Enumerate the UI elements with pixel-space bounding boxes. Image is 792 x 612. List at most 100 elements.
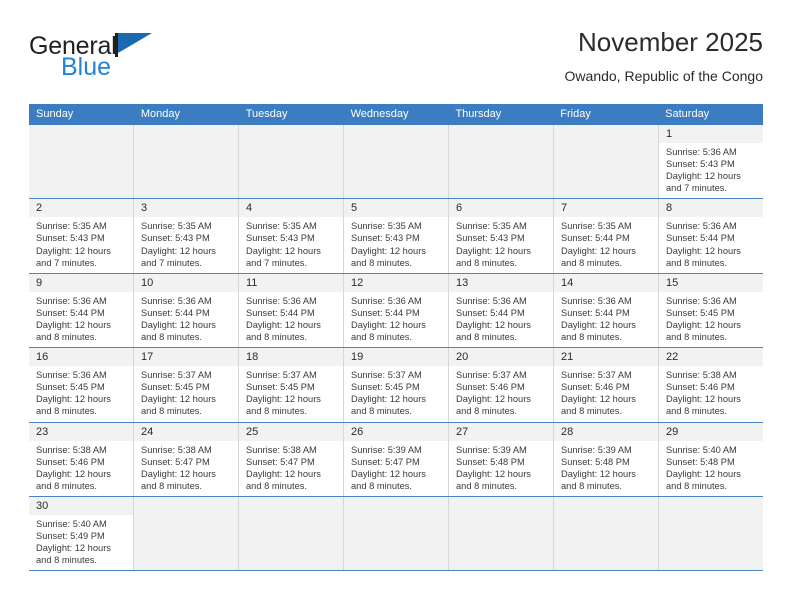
calendar-day-cell[interactable]: 29 Sunrise: 5:40 AM Sunset: 5:48 PM Dayligh… [659, 422, 763, 496]
brand-flag-icon [114, 33, 155, 57]
day-number: 1 [666, 128, 673, 140]
day-number: 19 [351, 351, 364, 364]
day-sun-info: Sunrise: 5:36 AM Sunset: 5:44 PM Daylight:… [449, 292, 553, 347]
calendar-day-cell[interactable]: 8 Sunrise: 5:36 AM Sunset: 5:44 PM Daylight… [659, 199, 763, 272]
day-number: 8 [666, 202, 673, 215]
daylight-text: Daylight: 12 hours and 8 minutes. [351, 245, 426, 268]
calendar-day-cell[interactable]: 26 Sunrise: 5:39 AM Sunset: 5:47 PM Dayligh… [344, 422, 449, 496]
sunset-text: Sunset: 5:48 PM [561, 456, 630, 467]
day-number-band: 29 [659, 422, 763, 441]
day-number-band: 3 [134, 199, 238, 218]
daylight-text: Daylight: 12 hours and 8 minutes. [141, 468, 216, 491]
daylight-text: Daylight: 12 hours and 8 minutes. [351, 319, 426, 343]
calendar-day-cell[interactable]: 15 Sunrise: 5:36 AM Sunset: 5:45 PM Dayligh… [659, 273, 763, 347]
day-number-band: 4 [239, 199, 343, 218]
day-number-band [449, 125, 553, 199]
sunrise-text: Sunrise: 5:36 AM [456, 295, 527, 306]
brand-logo[interactable]: General Blue [29, 30, 259, 90]
day-number-band: 19 [344, 348, 448, 367]
calendar-day-cell[interactable]: 27 Sunrise: 5:39 AM Sunset: 5:48 PM Dayligh… [449, 422, 554, 496]
calendar-day-cell[interactable]: 7 Sunrise: 5:35 AM Sunset: 5:44 PM Daylight… [554, 199, 659, 273]
daylight-text: Daylight: 12 hours and 8 minutes. [36, 319, 111, 343]
day-number: 15 [666, 276, 679, 289]
calendar-grid: Sunday Monday Tuesday Wednesday Thursday… [29, 104, 763, 572]
calendar-day-cell[interactable]: 21 Sunrise: 5:37 AM Sunset: 5:46 PM Dayligh… [554, 348, 659, 422]
calendar-week-row: 23 Sunrise: 5:38 AM Sunset: 5:46 PM Dayligh… [29, 422, 763, 497]
daylight-text: Daylight: 12 hours and 8 minutes. [456, 468, 531, 491]
day-sun-info: Sunrise: 5:39 AM Sunset: 5:47 PM Daylight:… [344, 441, 448, 496]
day-number-band: 2 [29, 199, 133, 218]
calendar-day-cell[interactable]: 3 Sunrise: 5:35 AM Sunset: 5:43 PM Daylight… [134, 199, 239, 273]
calendar-day-cell[interactable]: 30 Sunrise: 5:40 AM Sunset: 5:49 PM Dayligh… [29, 496, 134, 571]
day-sun-info: Sunrise: 5:36 AM Sunset: 5:44 PM Daylight:… [239, 292, 343, 347]
calendar-day-empty [344, 125, 449, 199]
day-number-band: 16 [29, 348, 133, 367]
day-number-band: 30 [29, 496, 133, 515]
calendar-day-cell[interactable]: 10 Sunrise: 5:36 AM Sunset: 5:44 PM Dayligh… [134, 273, 239, 348]
weekday-thursday: Thursday [455, 108, 502, 120]
calendar-day-cell[interactable]: 12 Sunrise: 5:36 AM Sunset: 5:44 PM Dayligh… [344, 273, 449, 348]
sunrise-text: Sunrise: 5:35 AM [561, 221, 632, 232]
sunset-text: Sunset: 5:44 PM [246, 307, 315, 318]
sunrise-text: Sunrise: 5:37 AM [351, 370, 422, 381]
day-number-band [344, 125, 448, 199]
calendar-day-cell[interactable]: 9 Sunrise: 5:36 AM Sunset: 5:44 PM Daylight… [29, 273, 134, 348]
daylight-text: Daylight: 12 hours and 8 minutes. [456, 394, 531, 417]
daylight-text: Daylight: 12 hours and 8 minutes. [141, 394, 216, 417]
daylight-text: Daylight: 12 hours and 8 minutes. [141, 319, 216, 343]
calendar-day-cell[interactable]: 11 Sunrise: 5:36 AM Sunset: 5:44 PM Dayligh… [239, 273, 344, 348]
daylight-text: Daylight: 12 hours and 8 minutes. [456, 245, 531, 268]
day-number-band: 28 [554, 422, 658, 441]
day-number: 29 [666, 425, 679, 438]
sunset-text: Sunset: 5:45 PM [36, 382, 105, 393]
calendar-day-cell[interactable]: 22 Sunrise: 5:38 AM Sunset: 5:46 PM Dayligh… [659, 348, 763, 421]
calendar-day-cell[interactable]: 28 Sunrise: 5:39 AM Sunset: 5:48 PM Dayligh… [554, 422, 659, 496]
calendar-day-cell[interactable]: 2 Sunrise: 5:35 AM Sunset: 5:43 PM Daylight… [29, 199, 134, 273]
day-number-band: 13 [449, 273, 553, 292]
calendar-day-cell[interactable]: 18 Sunrise: 5:37 AM Sunset: 5:45 PM Dayligh… [239, 348, 344, 422]
sunset-text: Sunset: 5:45 PM [246, 382, 315, 393]
day-sun-info: Sunrise: 5:35 AM Sunset: 5:43 PM Daylight:… [449, 217, 553, 272]
day-number: 20 [456, 351, 469, 364]
daylight-text: Daylight: 12 hours and 8 minutes. [561, 319, 636, 343]
day-sun-info: Sunrise: 5:35 AM Sunset: 5:43 PM Daylight:… [344, 217, 448, 272]
daylight-text: Daylight: 12 hours and 7 minutes. [36, 245, 111, 268]
calendar-day-cell[interactable]: 24 Sunrise: 5:38 AM Sunset: 5:47 PM Dayligh… [134, 422, 239, 496]
page-title: November 2025 [578, 27, 763, 57]
calendar-day-empty [29, 125, 134, 199]
daylight-text: Daylight: 12 hours and 8 minutes. [246, 319, 321, 343]
calendar-day-cell[interactable]: 20 Sunrise: 5:37 AM Sunset: 5:46 PM Dayligh… [449, 348, 554, 422]
calendar-day-cell[interactable]: 13 Sunrise: 5:36 AM Sunset: 5:44 PM Dayligh… [449, 273, 554, 348]
calendar-day-cell[interactable]: 23 Sunrise: 5:38 AM Sunset: 5:46 PM Dayligh… [29, 422, 134, 496]
day-sun-info: Sunrise: 5:37 AM Sunset: 5:45 PM Daylight:… [239, 366, 343, 421]
day-sun-info: Sunrise: 5:36 AM Sunset: 5:44 PM Daylight:… [344, 292, 448, 347]
calendar-day-cell[interactable]: 19 Sunrise: 5:37 AM Sunset: 5:45 PM Dayligh… [344, 348, 449, 422]
sunset-text: Sunset: 5:46 PM [456, 382, 525, 393]
day-number-band: 27 [449, 422, 553, 441]
sunrise-text: Sunrise: 5:37 AM [456, 370, 527, 381]
day-number: 10 [141, 276, 154, 289]
calendar-day-cell[interactable]: 25 Sunrise: 5:38 AM Sunset: 5:47 PM Dayligh… [239, 422, 344, 496]
calendar-day-cell[interactable]: 17 Sunrise: 5:37 AM Sunset: 5:45 PM Dayligh… [134, 348, 239, 422]
daylight-text: Daylight: 12 hours and 8 minutes. [246, 468, 321, 491]
daylight-text: Daylight: 12 hours and 8 minutes. [561, 394, 636, 417]
day-number: 23 [36, 425, 49, 438]
calendar-day-cell[interactable]: 16 Sunrise: 5:36 AM Sunset: 5:45 PM Dayligh… [29, 348, 134, 422]
brand-name-general: General [29, 32, 117, 60]
calendar-day-cell[interactable]: 1 Sunrise: 5:36 AM Sunset: 5:43 PM Daylight… [659, 125, 763, 198]
daylight-text: Daylight: 12 hours and 8 minutes. [561, 245, 636, 268]
day-number-band [29, 125, 133, 199]
page-header: General Blue November 2025 Owando, Repub… [29, 26, 763, 98]
sunrise-text: Sunrise: 5:38 AM [246, 444, 317, 455]
sunrise-text: Sunrise: 5:39 AM [561, 444, 632, 455]
day-number-band [659, 496, 763, 571]
calendar-day-empty [554, 496, 659, 571]
day-sun-info: Sunrise: 5:37 AM Sunset: 5:45 PM Daylight:… [344, 366, 448, 421]
weekday-sunday: Sunday [36, 108, 74, 120]
calendar-day-cell[interactable]: 6 Sunrise: 5:35 AM Sunset: 5:43 PM Daylight… [449, 199, 554, 273]
calendar-day-cell[interactable]: 14 Sunrise: 5:36 AM Sunset: 5:44 PM Dayligh… [554, 273, 659, 348]
calendar-day-cell[interactable]: 5 Sunrise: 5:35 AM Sunset: 5:43 PM Daylight… [344, 199, 449, 273]
calendar-day-cell[interactable]: 4 Sunrise: 5:35 AM Sunset: 5:43 PM Daylight… [239, 199, 344, 273]
sunset-text: Sunset: 5:44 PM [666, 233, 735, 244]
day-number: 25 [246, 425, 259, 438]
